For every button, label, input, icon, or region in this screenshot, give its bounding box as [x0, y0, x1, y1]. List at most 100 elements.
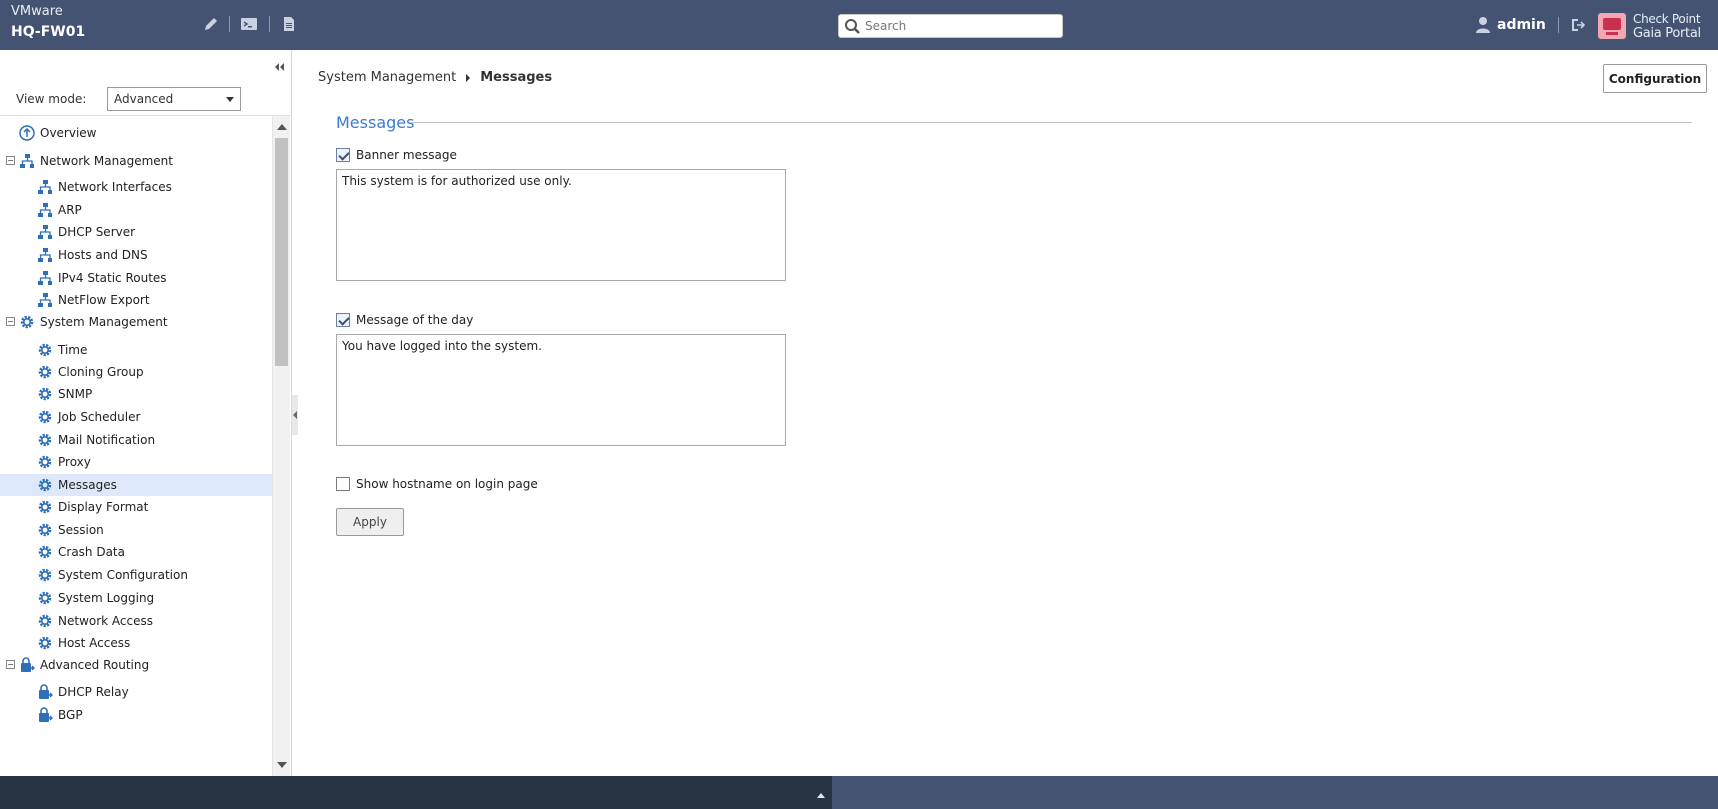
panel-splitter[interactable]: [292, 395, 298, 435]
motd-checkbox[interactable]: [336, 313, 350, 327]
collapse-toggle-icon[interactable]: −: [6, 317, 15, 326]
show-hostname-checkbox[interactable]: [336, 477, 350, 491]
sidebar-item-system-configuration[interactable]: System Configuration: [0, 564, 272, 586]
terminal-icon[interactable]: [240, 15, 258, 33]
show-hostname-label[interactable]: Show hostname on login page: [356, 477, 538, 491]
sidebar-item-label: Cloning Group: [58, 365, 144, 379]
hostname-checkbox-row[interactable]: Show hostname on login page: [336, 477, 538, 491]
motd-textarea[interactable]: [336, 334, 786, 446]
username[interactable]: admin: [1497, 17, 1546, 33]
sidebar-item-label: Session: [58, 523, 104, 537]
toolbar-separator: [229, 16, 230, 32]
scroll-up-icon[interactable]: [277, 124, 287, 130]
top-bar: VMware HQ-FW01 admin Check Point Gaia Po…: [0, 0, 1718, 50]
toolbar-separator: [269, 16, 270, 32]
routing-icon: [37, 684, 53, 700]
gear-icon: [37, 522, 53, 538]
gear-icon: [37, 590, 53, 606]
breadcrumb-current: Messages: [480, 70, 553, 85]
gear-icon: [37, 499, 53, 515]
scroll-thumb[interactable]: [275, 138, 288, 366]
sidebar-item-advanced-routing[interactable]: − Advanced Routing: [0, 654, 272, 676]
gear-icon: [37, 386, 53, 402]
gear-icon: [37, 432, 53, 448]
search-input[interactable]: [865, 18, 1055, 34]
sidebar-item-label: System Management: [40, 315, 168, 329]
document-icon[interactable]: [280, 15, 298, 33]
checkpoint-logo: Check Point Gaia Portal: [1597, 12, 1707, 42]
sidebar-item-arp[interactable]: ARP: [0, 199, 272, 221]
sidebar-item-label: Network Access: [58, 614, 153, 628]
scroll-down-icon[interactable]: [277, 762, 287, 768]
tree-scrollbar[interactable]: [272, 116, 290, 776]
collapse-panel-icon[interactable]: [272, 60, 286, 74]
view-mode-select[interactable]: Advanced: [107, 87, 241, 111]
breadcrumb-parent[interactable]: System Management: [318, 70, 456, 85]
motd-checkbox-label[interactable]: Message of the day: [356, 313, 473, 327]
logout-icon[interactable]: [1569, 16, 1587, 34]
sidebar-item-dhcp-relay[interactable]: DHCP Relay: [0, 681, 272, 703]
brand-line2: Gaia Portal: [1633, 26, 1701, 41]
sidebar-item-network-management[interactable]: − Network Management: [0, 150, 272, 172]
sidebar-item-dhcp-server[interactable]: DHCP Server: [0, 221, 272, 243]
overview-icon: [19, 125, 35, 141]
configuration-button[interactable]: Configuration: [1603, 64, 1707, 93]
sidebar-item-label: DHCP Relay: [58, 685, 129, 699]
banner-checkbox[interactable]: [336, 148, 350, 162]
sidebar-item-cloning-group[interactable]: Cloning Group: [0, 361, 272, 383]
network-icon: [19, 153, 35, 169]
sidebar-item-proxy[interactable]: Proxy: [0, 451, 272, 473]
sidebar-item-messages[interactable]: Messages: [0, 474, 272, 496]
sidebar-item-system-logging[interactable]: System Logging: [0, 587, 272, 609]
network-icon: [37, 247, 53, 263]
sidebar-item-netflow-export[interactable]: NetFlow Export: [0, 289, 272, 311]
sidebar-item-time[interactable]: Time: [0, 339, 272, 361]
sidebar-item-label: Network Interfaces: [58, 180, 172, 194]
sidebar-item-crash-data[interactable]: Crash Data: [0, 541, 272, 563]
collapse-toggle-icon[interactable]: −: [6, 660, 15, 669]
sidebar-item-mail-notification[interactable]: Mail Notification: [0, 429, 272, 451]
toolbar-separator: [1557, 17, 1559, 33]
sidebar-item-ipv4-static-routes[interactable]: IPv4 Static Routes: [0, 267, 272, 289]
pencil-icon[interactable]: [202, 15, 220, 33]
sidebar-item-label: ARP: [58, 203, 82, 217]
section-title: Messages: [336, 113, 415, 132]
expand-panel-icon[interactable]: [817, 793, 825, 798]
caret-right-icon: [466, 73, 471, 82]
sidebar-item-overview[interactable]: Overview: [0, 122, 272, 144]
apply-button[interactable]: Apply: [336, 508, 404, 536]
sidebar-item-host-access[interactable]: Host Access: [0, 632, 272, 654]
status-bar-right: [832, 776, 1718, 809]
navigation-tree: Overview − Network Management Network Inter…: [0, 116, 272, 776]
search-box[interactable]: [838, 14, 1063, 38]
sidebar-item-label: Proxy: [58, 455, 91, 469]
sidebar-item-system-management[interactable]: − System Management: [0, 311, 272, 333]
sidebar-item-label: System Configuration: [58, 568, 188, 582]
sidebar-item-hosts-and-dns[interactable]: Hosts and DNS: [0, 244, 272, 266]
sidebar-item-display-format[interactable]: Display Format: [0, 496, 272, 518]
sidebar-item-label: SNMP: [58, 387, 93, 401]
gear-icon: [37, 567, 53, 583]
banner-message-textarea[interactable]: [336, 169, 786, 281]
sidebar-item-network-interfaces[interactable]: Network Interfaces: [0, 176, 272, 198]
user-menu[interactable]: admin: [1475, 16, 1587, 34]
gear-icon: [37, 364, 53, 380]
hostname-label: HQ-FW01: [11, 24, 86, 40]
sidebar-item-bgp[interactable]: BGP: [0, 704, 272, 726]
sidebar-item-label: BGP: [58, 708, 83, 722]
motd-checkbox-row[interactable]: Message of the day: [336, 313, 473, 327]
gear-icon: [37, 409, 53, 425]
sidebar-item-label: Time: [58, 343, 88, 357]
sidebar-item-label: Job Scheduler: [58, 410, 141, 424]
sidebar-item-label: Network Management: [40, 154, 173, 168]
sidebar-item-label: Messages: [58, 478, 117, 492]
sidebar-item-session[interactable]: Session: [0, 519, 272, 541]
sidebar-item-label: NetFlow Export: [58, 293, 150, 307]
collapse-toggle-icon[interactable]: −: [6, 156, 15, 165]
banner-checkbox-row[interactable]: Banner message: [336, 148, 457, 162]
sidebar-item-network-access[interactable]: Network Access: [0, 610, 272, 632]
sidebar-item-snmp[interactable]: SNMP: [0, 383, 272, 405]
banner-checkbox-label[interactable]: Banner message: [356, 148, 457, 162]
sidebar-item-label: Crash Data: [58, 545, 125, 559]
sidebar-item-job-scheduler[interactable]: Job Scheduler: [0, 406, 272, 428]
